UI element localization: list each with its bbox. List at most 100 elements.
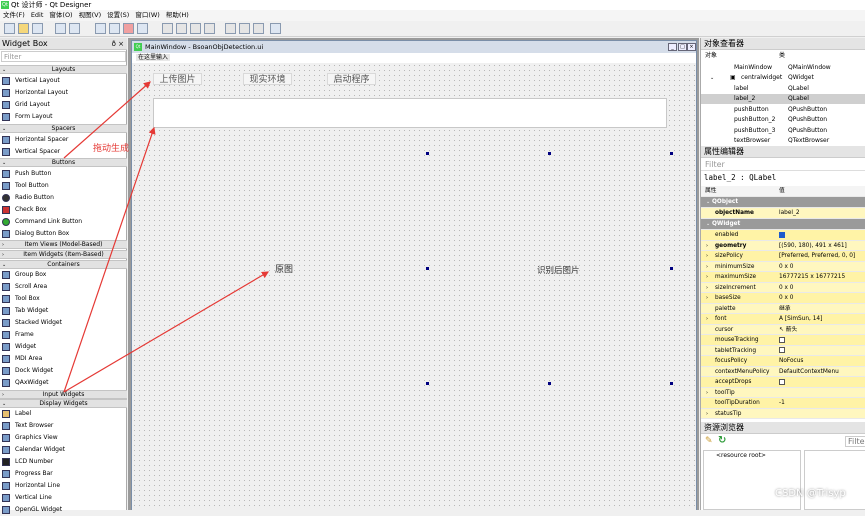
tree-row[interactable]: MainWindow QMainWindow	[701, 63, 865, 73]
prop-enabled[interactable]: enabled	[701, 230, 865, 241]
prop-tooltipduration[interactable]: toolTipDuration -1	[701, 398, 865, 409]
object-name: pushButton_3	[734, 127, 776, 134]
object-class: QPushButton	[788, 106, 828, 113]
chevron-right-icon[interactable]: ›	[706, 409, 708, 420]
prop-name: cursor	[715, 326, 734, 333]
prop-focuspolicy[interactable]: focusPolicy NoFocus	[701, 356, 865, 367]
prop-name: font	[715, 316, 727, 322]
chevron-right-icon[interactable]: ›	[706, 241, 708, 252]
object-class: QLabel	[788, 85, 809, 92]
prop-acceptdrops[interactable]: acceptDrops	[701, 377, 865, 388]
section-qwidget[interactable]: ⌄ QWidget	[701, 219, 865, 230]
resource-root-item[interactable]: <resource root>	[716, 452, 766, 459]
object-class: QWidget	[788, 74, 814, 81]
prop-geometry[interactable]: › geometry [(590, 180), 491 x 461]	[701, 240, 865, 252]
tree-row[interactable]: pushButton QPushButton	[701, 105, 865, 115]
chevron-right-icon[interactable]: ›	[706, 272, 708, 283]
prop-sizepolicy[interactable]: › sizePolicy [Preferred, Preferred, 0, 0]	[701, 251, 865, 262]
object-class: QTextBrowser	[788, 137, 830, 144]
property-header: 属性 值	[701, 186, 865, 197]
resource-list[interactable]	[804, 450, 865, 510]
property-filter-input[interactable]: Filter	[701, 159, 865, 171]
prop-value[interactable]: NoFocus	[779, 356, 803, 367]
prop-value[interactable]: 0 x 0	[779, 293, 794, 304]
tree-row[interactable]: label QLabel	[701, 84, 865, 94]
checkbox-icon[interactable]	[779, 231, 785, 238]
prop-tablettracking[interactable]: tabletTracking	[701, 345, 865, 357]
prop-palette[interactable]: palette 继承	[701, 303, 865, 315]
prop-basesize[interactable]: › baseSize 0 x 0	[701, 293, 865, 304]
tree-row[interactable]: pushButton_2 QPushButton	[701, 115, 865, 125]
prop-value[interactable]: DefaultContextMenu	[779, 367, 839, 378]
checkbox-icon[interactable]	[779, 336, 785, 343]
reload-icon[interactable]: ↻	[718, 435, 726, 446]
prop-name: objectName	[715, 210, 754, 216]
object-name: pushButton_2	[734, 116, 776, 123]
prop-value[interactable]: -1	[779, 398, 785, 409]
prop-value[interactable]: [(590, 180), 491 x 461]	[779, 241, 847, 252]
prop-name: focusPolicy	[715, 358, 748, 364]
prop-minimumsize[interactable]: › minimumSize 0 x 0	[701, 261, 865, 273]
col-property: 属性	[705, 188, 717, 194]
tree-row[interactable]: textBrowser QTextBrowser	[701, 136, 865, 146]
prop-value[interactable]: 0 x 0	[779, 283, 794, 294]
prop-value[interactable]: 0 x 0	[779, 262, 794, 273]
chevron-right-icon[interactable]: ›	[706, 251, 708, 262]
prop-name: maximumSize	[715, 274, 757, 280]
prop-tooltip[interactable]: › toolTip	[701, 387, 865, 399]
object-class: QPushButton	[788, 116, 828, 123]
resource-filter-input[interactable]: Filter	[845, 436, 865, 447]
prop-maximumsize[interactable]: › maximumSize 16777215 x 16777215	[701, 272, 865, 283]
prop-value[interactable]: 继承	[779, 304, 791, 315]
prop-value[interactable]: A [SimSun, 14]	[779, 314, 822, 325]
prop-contextmenupolicy[interactable]: contextMenuPolicy DefaultContextMenu	[701, 366, 865, 378]
col-class: 类	[779, 52, 786, 59]
prop-value[interactable]: 16777215 x 16777215	[779, 272, 845, 283]
property-object-line: label_2 : QLabel	[704, 173, 777, 182]
object-inspector-title: 对象查看器	[701, 38, 865, 50]
prop-value[interactable]	[779, 230, 785, 241]
prop-sizeincrement[interactable]: › sizeIncrement 0 x 0	[701, 282, 865, 294]
prop-name: palette	[715, 305, 736, 312]
prop-value[interactable]: [Preferred, Preferred, 0, 0]	[779, 251, 855, 262]
resource-tree[interactable]: <resource root>	[703, 450, 801, 510]
prop-value[interactable]: ↖ 箭头	[779, 325, 797, 336]
chevron-right-icon[interactable]: ›	[706, 262, 708, 273]
chevron-right-icon[interactable]: ›	[706, 388, 708, 399]
tree-row[interactable]: pushButton_3 QPushButton	[701, 126, 865, 136]
chevron-down-icon: ⌄	[710, 75, 715, 81]
prop-font[interactable]: › font A [SimSun, 14]	[701, 314, 865, 325]
section-label: QObject	[712, 199, 739, 205]
tree-row[interactable]: ⌄ ▣ centralwidget QWidget	[701, 73, 865, 83]
prop-value[interactable]	[779, 335, 785, 346]
chevron-down-icon: ⌄	[706, 221, 711, 227]
prop-name: statusTip	[715, 410, 742, 417]
chevron-right-icon[interactable]: ›	[706, 283, 708, 294]
arrow-to-label	[63, 271, 270, 393]
checkbox-icon[interactable]	[779, 347, 785, 353]
property-editor-title: 属性编辑器	[701, 146, 865, 158]
prop-mousetracking[interactable]: mouseTracking	[701, 335, 865, 346]
prop-name: geometry	[715, 242, 747, 249]
prop-value[interactable]: label_2	[779, 208, 800, 219]
prop-value[interactable]	[779, 377, 785, 388]
prop-name: minimumSize	[715, 263, 755, 270]
chevron-right-icon[interactable]: ›	[706, 314, 708, 325]
checkbox-icon[interactable]	[779, 378, 785, 385]
chevron-right-icon[interactable]: ›	[706, 293, 708, 304]
chevron-down-icon: ⌄	[706, 199, 711, 205]
prop-objectname[interactable]: objectName label_2	[701, 208, 865, 219]
widget-tree-icon: ▣	[730, 74, 736, 81]
prop-name: enabled	[715, 232, 739, 238]
property-editor-panel: 属性编辑器 Filter label_2 : QLabel 属性值 ⌄ QObje…	[700, 146, 865, 422]
prop-cursor[interactable]: cursor ↖ 箭头	[701, 324, 865, 336]
edit-resources-icon[interactable]: ✎	[705, 436, 713, 446]
prop-value[interactable]	[779, 346, 785, 357]
tree-row-selected[interactable]: label_2 QLabel	[701, 94, 865, 104]
prop-statustip[interactable]: › statusTip	[701, 408, 865, 420]
object-name: MainWindow	[734, 64, 772, 71]
object-class: QLabel	[788, 95, 809, 102]
prop-name: contextMenuPolicy	[715, 368, 770, 375]
section-qobject[interactable]: ⌄ QObject	[701, 197, 865, 208]
prop-name: mouseTracking	[715, 337, 759, 343]
